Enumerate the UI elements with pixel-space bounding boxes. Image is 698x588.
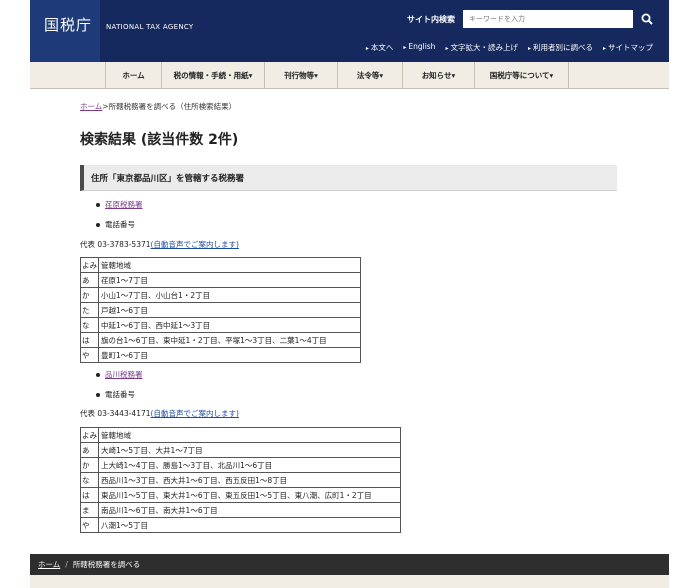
phone-number: 代表 03-3783-5371(自動音声でご案内します) [80, 239, 239, 250]
nav-item-home[interactable]: ホーム [106, 62, 162, 89]
footer-home-link[interactable]: ホーム [38, 559, 60, 570]
office-item: 荏原税務署 [96, 199, 143, 210]
bullet-icon [96, 222, 100, 227]
arrow-right-icon: ▸ [602, 45, 606, 52]
footer-breadcrumb: ホーム / 所轄税務署を調べる [30, 554, 669, 575]
office-link[interactable]: 品川税務署 [105, 369, 143, 380]
nav-item-laws[interactable]: 法令等▾ [338, 62, 403, 89]
phone-number-text: 代表 03-3443-4171 [80, 409, 151, 418]
area-cell: 中延1～6丁目、西中延1～3丁目 [98, 317, 361, 333]
global-nav: ホーム 税の情報・手続・用紙▾ 刊行物等▾ 法令等▾ お知らせ▾ 国税庁等につい… [30, 62, 669, 89]
nav-items: ホーム 税の情報・手続・用紙▾ 刊行物等▾ 法令等▾ お知らせ▾ 国税庁等につい… [105, 62, 569, 89]
table-header-row: よみ 管轄地域 [80, 427, 401, 443]
utility-links: ▸ 本文へ ▸ English ▸ 文字拡大・読み上げ ▸ 利用者別に調べる ▸ サイトマ… [366, 42, 653, 53]
nav-item-notices[interactable]: お知らせ▾ [403, 62, 475, 89]
jurisdiction-table: よみ 管轄地域 あ大崎1～5丁目、大井1～7丁目 か上大崎1～4丁目、勝島1～3… [80, 427, 401, 533]
nav-item-publications[interactable]: 刊行物等▾ [265, 62, 338, 89]
area-cell: 豊町1～6丁目 [98, 347, 361, 363]
site-logo[interactable]: 国税庁 [44, 14, 92, 35]
breadcrumb-home-link[interactable]: ホーム [80, 102, 102, 111]
phone-item: 電話番号 [96, 389, 135, 400]
area-cell: 戸越1～6丁目 [98, 302, 361, 318]
area-cell: 南品川1～6丁目、南大井1～6丁目 [98, 502, 401, 518]
table-header-cell: よみ [80, 427, 99, 443]
table-header-cell: よみ [80, 257, 99, 273]
table-row: か上大崎1～4丁目、勝島1～3丁目、北品川1～6丁目 [80, 457, 401, 473]
nav-item-about[interactable]: 国税庁等について▾ [475, 62, 569, 89]
kana-cell: あ [80, 442, 99, 458]
footer-band [30, 575, 669, 588]
util-link-english[interactable]: ▸ English [403, 42, 435, 53]
agency-name: NATIONAL TAX AGENCY [106, 23, 194, 31]
phone-item: 電話番号 [96, 219, 135, 230]
kana-cell: な [80, 317, 99, 333]
phone-label: 電話番号 [105, 220, 135, 229]
util-link-skip[interactable]: ▸ 本文へ [366, 42, 394, 53]
table-row: ま南品川1～6丁目、南大井1～6丁目 [80, 502, 401, 518]
kana-cell: や [80, 517, 99, 533]
breadcrumb: ホーム>所轄税務署を調べる（住所検索結果） [80, 101, 236, 112]
arrow-right-icon: ▸ [403, 44, 407, 51]
area-cell: 上大崎1～4丁目、勝島1～3丁目、北品川1～6丁目 [98, 457, 401, 473]
search-input[interactable] [463, 10, 633, 28]
table-header-cell: 管轄地域 [98, 427, 401, 443]
office-link[interactable]: 荏原税務署 [105, 199, 143, 210]
kana-cell: ま [80, 502, 99, 518]
site-header: 国税庁 NATIONAL TAX AGENCY サイト内検索 ▸本文へ ▸Eng… [30, 0, 669, 62]
table-row: や八潮1～5丁目 [80, 517, 401, 533]
kana-cell: な [80, 472, 99, 488]
auto-voice-link[interactable]: (自動音声でご案内します) [151, 240, 239, 249]
phone-label: 電話番号 [105, 390, 135, 399]
bullet-icon [96, 372, 100, 377]
footer-breadcrumb-separator: / [65, 560, 68, 569]
nav-item-tax-info[interactable]: 税の情報・手続・用紙▾ [162, 62, 265, 89]
table-row: か小山1～7丁目、小山台1・2丁目 [80, 287, 361, 303]
section-heading-text: 住所「東京都品川区」を管轄する税務署 [91, 173, 245, 184]
kana-cell: は [80, 332, 99, 348]
util-link-sitemap[interactable]: ▸ サイトマップ [603, 42, 653, 53]
arrow-right-icon: ▸ [527, 45, 531, 52]
area-cell: 小山1～7丁目、小山台1・2丁目 [98, 287, 361, 303]
table-header-row: よみ 管轄地域 [80, 257, 361, 273]
area-cell: 旗の台1～6丁目、東中延1・2丁目、平塚1～3丁目、二葉1～4丁目 [98, 332, 361, 348]
util-link-by-user[interactable]: ▸ 利用者別に調べる [528, 42, 593, 53]
kana-cell: あ [80, 272, 99, 288]
phone-number: 代表 03-3443-4171(自動音声でご案内します) [80, 408, 239, 419]
footer-breadcrumb-current: 所轄税務署を調べる [72, 560, 141, 569]
kana-cell: か [80, 287, 99, 303]
area-cell: 荏原1～7丁目 [98, 272, 361, 288]
table-row: や豊町1～6丁目 [80, 347, 361, 363]
bullet-icon [96, 392, 100, 397]
phone-number-text: 代表 03-3783-5371 [80, 240, 151, 249]
search-button[interactable] [636, 10, 658, 28]
search-icon [641, 13, 653, 25]
table-row: は東品川1～5丁目、東大井1～6丁目、東五反田1～5丁目、東八潮、広町1・2丁目 [80, 487, 401, 503]
search-label: サイト内検索 [407, 15, 455, 24]
table-header-cell: 管轄地域 [98, 257, 361, 273]
office-item: 品川税務署 [96, 369, 143, 380]
area-cell: 東品川1～5丁目、東大井1～6丁目、東五反田1～5丁目、東八潮、広町1・2丁目 [98, 487, 401, 503]
table-row: た戸越1～6丁目 [80, 302, 361, 318]
area-cell: 大崎1～5丁目、大井1～7丁目 [98, 442, 401, 458]
section-heading: 住所「東京都品川区」を管轄する税務署 [80, 165, 617, 191]
area-cell: 八潮1～5丁目 [98, 517, 401, 533]
auto-voice-link[interactable]: (自動音声でご案内します) [151, 409, 239, 418]
util-link-accessibility[interactable]: ▸ 文字拡大・読み上げ [445, 42, 518, 53]
jurisdiction-table: よみ 管轄地域 あ荏原1～7丁目 か小山1～7丁目、小山台1・2丁目 た戸越1～… [80, 257, 361, 363]
table-row: あ荏原1～7丁目 [80, 272, 361, 288]
kana-cell: や [80, 347, 99, 363]
bullet-icon [96, 202, 100, 207]
table-row: な中延1～6丁目、西中延1～3丁目 [80, 317, 361, 333]
arrow-right-icon: ▸ [365, 45, 369, 52]
kana-cell: は [80, 487, 99, 503]
breadcrumb-current: 所轄税務署を調べる（住所検索結果） [108, 102, 237, 111]
kana-cell: か [80, 457, 99, 473]
table-row: あ大崎1～5丁目、大井1～7丁目 [80, 442, 401, 458]
page-title: 検索結果 (該当件数 2件) [80, 132, 239, 148]
table-row: は旗の台1～6丁目、東中延1・2丁目、平塚1～3丁目、二葉1～4丁目 [80, 332, 361, 348]
kana-cell: た [80, 302, 99, 318]
arrow-right-icon: ▸ [445, 45, 449, 52]
area-cell: 西品川1～3丁目、西大井1～6丁目、西五反田1～8丁目 [98, 472, 401, 488]
table-row: な西品川1～3丁目、西大井1～6丁目、西五反田1～8丁目 [80, 472, 401, 488]
